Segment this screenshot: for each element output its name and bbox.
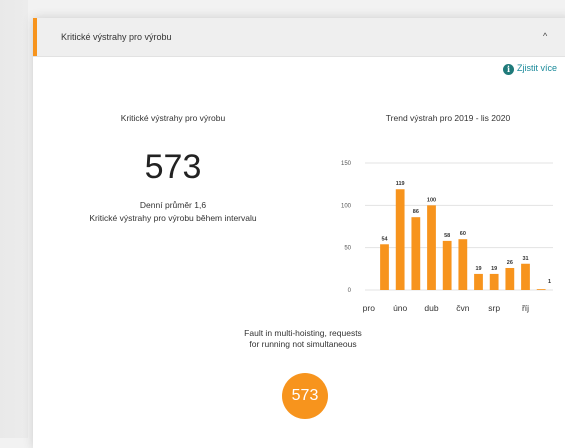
bar [380, 244, 389, 290]
chart-title: Trend výstrah pro 2019 - lis 2020 [385, 113, 511, 123]
x-tick-label: dub [424, 303, 438, 313]
data-label: 19 [491, 266, 497, 272]
bar [395, 189, 405, 290]
data-label: 100 [427, 197, 436, 203]
x-tick-label: pro [363, 303, 376, 313]
y-tick-label: 100 [341, 203, 352, 209]
data-label: 58 [444, 233, 450, 239]
trend-chart: 050100150pro úno dub čvn srp říj541198610058 6… [341, 161, 553, 313]
alerts-panel: Kritické výstrahy pro výrobu ^ i Zjistit … [33, 18, 565, 448]
x-tick-label: srp [488, 303, 500, 313]
fault-count-badge[interactable]: 573 [282, 373, 328, 419]
data-label: 54 [381, 236, 388, 242]
bar [427, 205, 436, 290]
bar [442, 240, 452, 290]
x-tick-label: čvn [456, 303, 470, 313]
panel-title: Kritické výstrahy pro výrobu [61, 32, 172, 42]
learn-more-link[interactable]: i Zjistit více [503, 63, 557, 75]
bar [489, 273, 499, 290]
fault-line-2: for running not simultaneous [249, 339, 357, 349]
data-label: 119 [396, 181, 405, 187]
kpi-label: Kritické výstrahy pro výrobu [120, 113, 226, 123]
data-label: 19 [475, 266, 481, 272]
data-label: 86 [413, 209, 419, 215]
bar [458, 239, 468, 290]
data-label: 31 [522, 256, 528, 262]
y-tick-label: 0 [348, 288, 352, 294]
panel-header[interactable]: Kritické výstrahy pro výrobu ^ [33, 18, 565, 57]
y-tick-label: 150 [341, 161, 352, 167]
x-tick-label: říj [522, 303, 529, 313]
data-label: 60 [460, 231, 466, 237]
kpi-value: 573 [144, 148, 202, 186]
bar [474, 273, 483, 290]
data-label: 1 [548, 279, 551, 285]
learn-more-label: Zjistit více [517, 63, 558, 73]
bar [521, 263, 530, 290]
fault-line-1: Fault in multi-hoisting, requests [244, 328, 362, 338]
data-label: 26 [507, 260, 513, 266]
collapse-chevron-icon[interactable]: ^ [543, 31, 547, 41]
fault-description: Fault in multi-hoisting, requests for ru… [203, 328, 403, 350]
kpi-daily-average: Denní průměr 1,6 [139, 200, 207, 210]
header-accent-bar [33, 18, 37, 56]
bar [505, 267, 515, 290]
bar [411, 217, 421, 290]
y-tick-label: 50 [344, 246, 351, 252]
background-edge [0, 0, 28, 438]
x-tick-label: úno [393, 303, 407, 313]
kpi-description: Kritické výstrahy pro výrobu během inter… [89, 213, 257, 223]
bar [536, 289, 546, 290]
info-icon: i [503, 64, 514, 75]
